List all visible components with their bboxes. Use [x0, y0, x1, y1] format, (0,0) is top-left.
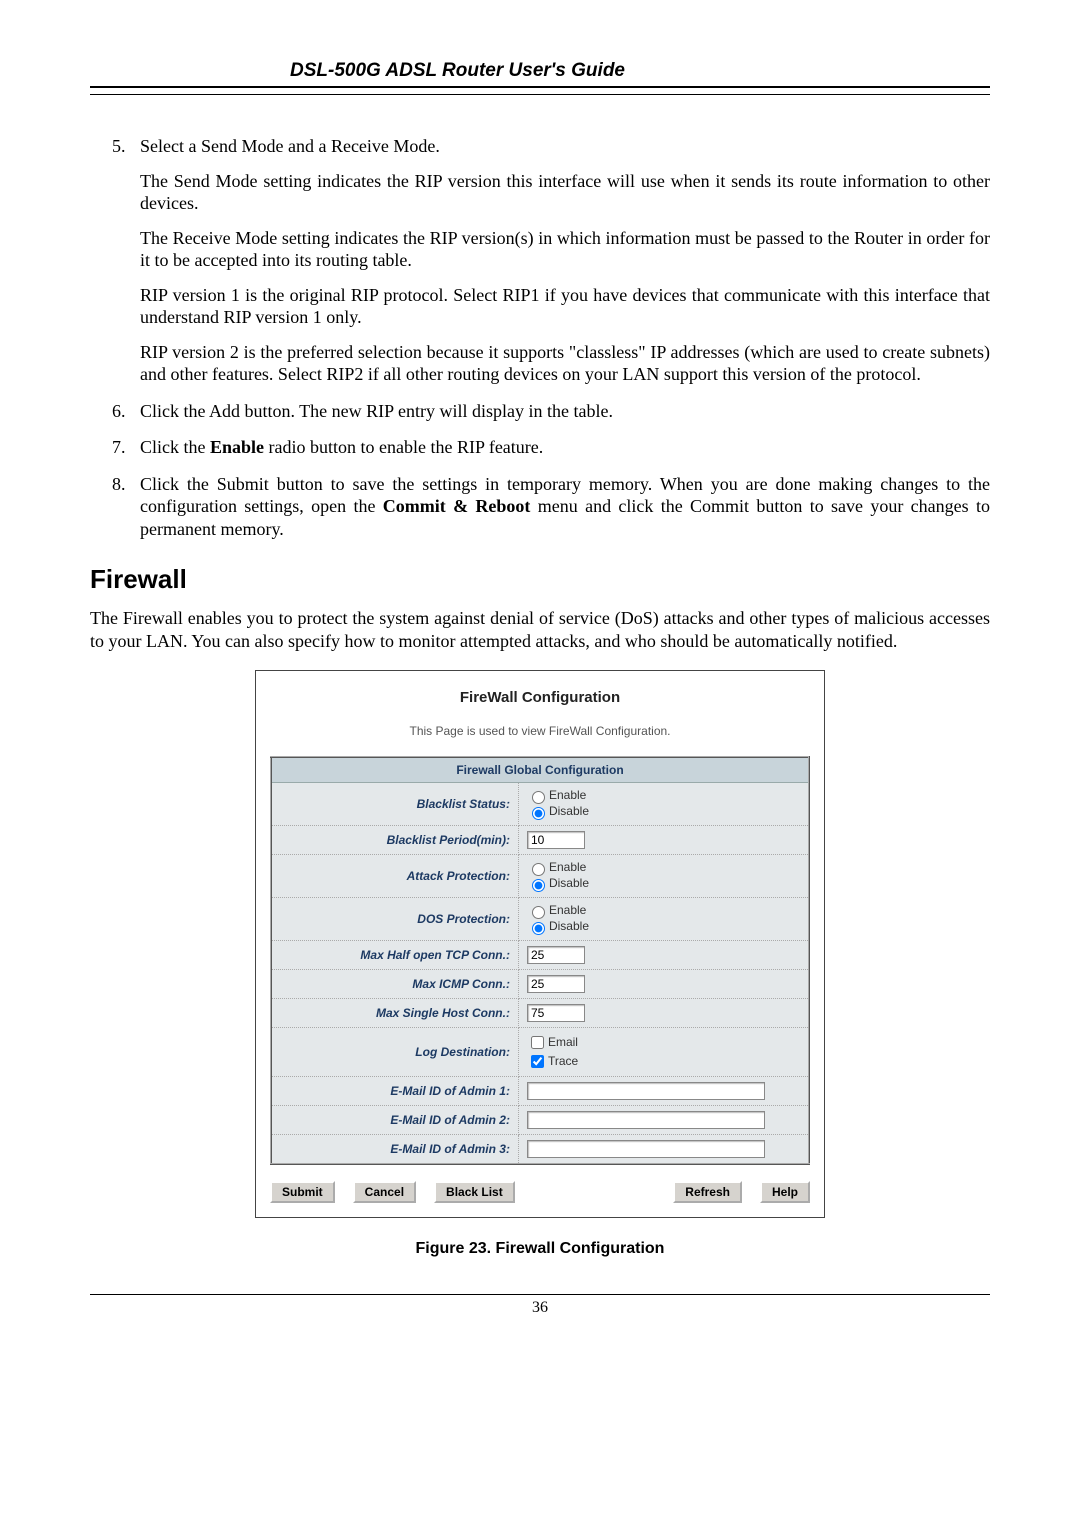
list-item-5-p1: The Send Mode setting indicates the RIP …: [140, 170, 990, 215]
list-item-7c: radio button to enable the RIP feature.: [264, 437, 543, 457]
checkbox-log-trace-wrap[interactable]: Trace: [527, 1054, 578, 1068]
page-footer: 36: [90, 1294, 990, 1317]
label-blacklist-period: Blacklist Period(min):: [271, 826, 518, 855]
list-item-6: Click the Add button. The new RIP entry …: [130, 400, 990, 423]
label-max-single-host: Max Single Host Conn.:: [271, 999, 518, 1028]
help-button[interactable]: Help: [760, 1181, 810, 1203]
label-email2: E-Mail ID of Admin 2:: [271, 1106, 518, 1135]
input-max-single-host[interactable]: [527, 1004, 585, 1022]
list-item-5: Select a Send Mode and a Receive Mode. T…: [130, 135, 990, 386]
section-heading-firewall: Firewall: [90, 564, 990, 595]
doc-header-title: DSL-500G ADSL Router User's Guide: [290, 60, 990, 86]
radio-dos-enable-wrap[interactable]: Enable: [527, 903, 586, 917]
checkbox-log-trace[interactable]: [531, 1055, 544, 1068]
page-number: 36: [532, 1299, 548, 1316]
radio-attack-enable-wrap[interactable]: Enable: [527, 860, 586, 874]
radio-blacklist-disable-wrap[interactable]: Disable: [527, 804, 589, 818]
table-row: Attack Protection: Enable Disable: [271, 855, 809, 898]
table-row: Log Destination: Email Trace: [271, 1028, 809, 1077]
header-rule-thin: [90, 94, 990, 95]
figure-caption: Figure 23. Firewall Configuration: [90, 1240, 990, 1258]
label-blacklist-status: Blacklist Status:: [271, 783, 518, 826]
checkbox-email-label: Email: [548, 1035, 578, 1049]
radio-disable-label: Disable: [549, 804, 589, 818]
cancel-button[interactable]: Cancel: [353, 1181, 416, 1203]
input-email1[interactable]: [527, 1082, 765, 1100]
table-row: E-Mail ID of Admin 3:: [271, 1135, 809, 1165]
checkbox-trace-label: Trace: [548, 1054, 578, 1068]
radio-blacklist-enable[interactable]: [532, 791, 545, 804]
radio-disable-label3: Disable: [549, 919, 589, 933]
list-item-5-intro: Select a Send Mode and a Receive Mode.: [140, 136, 440, 156]
radio-blacklist-disable[interactable]: [532, 807, 545, 820]
table-row: DOS Protection: Enable Disable: [271, 898, 809, 941]
blacklist-button[interactable]: Black List: [434, 1181, 515, 1203]
firewall-config-panel: FireWall Configuration This Page is used…: [255, 670, 825, 1218]
radio-attack-disable-wrap[interactable]: Disable: [527, 876, 589, 890]
label-log-destination: Log Destination:: [271, 1028, 518, 1077]
refresh-button[interactable]: Refresh: [673, 1181, 742, 1203]
table-row: Blacklist Status: Enable Disable: [271, 783, 809, 826]
submit-button[interactable]: Submit: [270, 1181, 335, 1203]
input-email3[interactable]: [527, 1140, 765, 1158]
radio-dos-enable[interactable]: [532, 906, 545, 919]
checkbox-log-email[interactable]: [531, 1036, 544, 1049]
table-row: Max Single Host Conn.:: [271, 999, 809, 1028]
radio-attack-disable[interactable]: [532, 879, 545, 892]
list-item-7b: Enable: [210, 437, 264, 457]
firewall-button-row: Submit Cancel Black List Refresh Help: [270, 1181, 810, 1203]
firewall-config-desc: This Page is used to view FireWall Confi…: [270, 724, 810, 738]
table-row: E-Mail ID of Admin 1:: [271, 1077, 809, 1106]
list-item-5-p2: The Receive Mode setting indicates the R…: [140, 227, 990, 272]
radio-disable-label2: Disable: [549, 876, 589, 890]
radio-attack-enable[interactable]: [532, 863, 545, 876]
label-email3: E-Mail ID of Admin 3:: [271, 1135, 518, 1165]
label-email1: E-Mail ID of Admin 1:: [271, 1077, 518, 1106]
radio-enable-label: Enable: [549, 788, 586, 802]
list-item-8: Click the Submit button to save the sett…: [130, 473, 990, 541]
list-item-7a: Click the: [140, 437, 210, 457]
radio-blacklist-enable-wrap[interactable]: Enable: [527, 788, 586, 802]
label-max-half-tcp: Max Half open TCP Conn.:: [271, 941, 518, 970]
radio-dos-disable-wrap[interactable]: Disable: [527, 919, 589, 933]
input-max-half-tcp[interactable]: [527, 946, 585, 964]
label-attack-protection: Attack Protection:: [271, 855, 518, 898]
input-max-icmp[interactable]: [527, 975, 585, 993]
firewall-table-header: Firewall Global Configuration: [271, 757, 809, 783]
firewall-config-table: Firewall Global Configuration Blacklist …: [270, 756, 810, 1165]
list-item-5-p4: RIP version 2 is the preferred selection…: [140, 341, 990, 386]
table-row: Blacklist Period(min):: [271, 826, 809, 855]
radio-dos-disable[interactable]: [532, 922, 545, 935]
section-para-firewall: The Firewall enables you to protect the …: [90, 607, 990, 652]
input-email2[interactable]: [527, 1111, 765, 1129]
label-dos-protection: DOS Protection:: [271, 898, 518, 941]
table-row: Max ICMP Conn.:: [271, 970, 809, 999]
list-item-7: Click the Enable radio button to enable …: [130, 436, 990, 459]
table-row: E-Mail ID of Admin 2:: [271, 1106, 809, 1135]
list-item-5-p3: RIP version 1 is the original RIP protoc…: [140, 284, 990, 329]
input-blacklist-period[interactable]: [527, 831, 585, 849]
checkbox-log-email-wrap[interactable]: Email: [527, 1035, 578, 1049]
header-rule-thick: [90, 86, 990, 88]
firewall-config-title: FireWall Configuration: [270, 689, 810, 706]
radio-enable-label2: Enable: [549, 860, 586, 874]
table-row: Max Half open TCP Conn.:: [271, 941, 809, 970]
radio-enable-label3: Enable: [549, 903, 586, 917]
label-max-icmp: Max ICMP Conn.:: [271, 970, 518, 999]
instruction-list: Select a Send Mode and a Receive Mode. T…: [90, 135, 990, 540]
list-item-8b: Commit & Reboot: [383, 496, 531, 516]
